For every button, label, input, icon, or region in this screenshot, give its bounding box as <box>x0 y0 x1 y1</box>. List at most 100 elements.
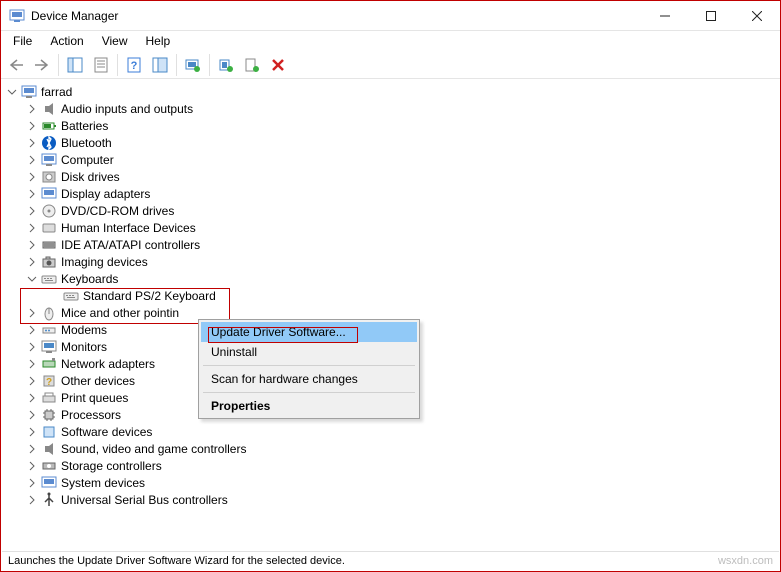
expand-icon[interactable] <box>25 221 39 235</box>
expand-icon[interactable] <box>25 153 39 167</box>
menu-view[interactable]: View <box>94 33 136 49</box>
tree-item-label: Sound, video and game controllers <box>61 441 246 457</box>
device-icon <box>41 322 57 338</box>
tree-item-label: Modems <box>61 322 107 338</box>
tree-item-system-devices[interactable]: System devices <box>3 474 778 491</box>
device-tree[interactable]: farrad Audio inputs and outputsBatteries… <box>1 79 780 510</box>
expand-icon[interactable] <box>25 323 39 337</box>
context-menu: Update Driver Software... Uninstall Scan… <box>198 319 420 419</box>
menu-action[interactable]: Action <box>42 33 91 49</box>
menu-file[interactable]: File <box>5 33 40 49</box>
forward-button[interactable] <box>30 53 54 77</box>
device-icon <box>41 356 57 372</box>
expand-icon[interactable] <box>5 85 19 99</box>
tree-item-sound-video-and-game-controllers[interactable]: Sound, video and game controllers <box>3 440 778 457</box>
tree-item-imaging-devices[interactable]: Imaging devices <box>3 253 778 270</box>
scan-hardware-button[interactable] <box>240 53 264 77</box>
update-driver-button[interactable] <box>181 53 205 77</box>
device-icon <box>41 424 57 440</box>
svg-text:?: ? <box>46 377 52 388</box>
ctx-separator <box>203 392 415 393</box>
ctx-scan-hardware[interactable]: Scan for hardware changes <box>201 369 417 389</box>
tree-item-label: Monitors <box>61 339 107 355</box>
tree-item-bluetooth[interactable]: Bluetooth <box>3 134 778 151</box>
tree-item-label: Network adapters <box>61 356 155 372</box>
expand-icon[interactable] <box>25 204 39 218</box>
expand-icon[interactable] <box>25 187 39 201</box>
tree-item-dvd-cd-rom-drives[interactable]: DVD/CD-ROM drives <box>3 202 778 219</box>
tree-item-disk-drives[interactable]: Disk drives <box>3 168 778 185</box>
expand-icon[interactable] <box>25 391 39 405</box>
app-icon <box>9 8 25 24</box>
expand-icon[interactable] <box>25 357 39 371</box>
expand-icon[interactable] <box>25 476 39 490</box>
device-icon <box>41 237 57 253</box>
minimize-button[interactable] <box>642 1 688 31</box>
tree-item-label: Human Interface Devices <box>61 220 196 236</box>
device-icon <box>41 305 57 321</box>
device-icon <box>41 101 57 117</box>
device-icon <box>41 169 57 185</box>
tree-item-label: Display adapters <box>61 186 150 202</box>
tree-item-ide-ata-atapi-controllers[interactable]: IDE ATA/ATAPI controllers <box>3 236 778 253</box>
expand-icon[interactable] <box>25 442 39 456</box>
expand-icon[interactable] <box>25 170 39 184</box>
expand-icon[interactable] <box>25 102 39 116</box>
device-icon <box>41 135 57 151</box>
expand-icon[interactable] <box>25 425 39 439</box>
titlebar: Device Manager <box>1 1 780 31</box>
device-icon <box>41 407 57 423</box>
window-title: Device Manager <box>31 9 642 23</box>
help-button[interactable]: ? <box>122 53 146 77</box>
device-icon <box>41 458 57 474</box>
device-icon <box>41 441 57 457</box>
device-icon <box>41 186 57 202</box>
tree-item-audio-inputs-and-outputs[interactable]: Audio inputs and outputs <box>3 100 778 117</box>
tree-item-human-interface-devices[interactable]: Human Interface Devices <box>3 219 778 236</box>
expand-icon[interactable] <box>25 238 39 252</box>
back-button[interactable] <box>4 53 28 77</box>
tree-item-universal-serial-bus-controllers[interactable]: Universal Serial Bus controllers <box>3 491 778 508</box>
tree-item-software-devices[interactable]: Software devices <box>3 423 778 440</box>
tree-item-label: Processors <box>61 407 121 423</box>
tree-item-label: Keyboards <box>61 271 118 287</box>
ctx-update-driver[interactable]: Update Driver Software... <box>201 322 417 342</box>
device-icon <box>41 492 57 508</box>
show-hide-tree-button[interactable] <box>63 53 87 77</box>
expand-icon[interactable] <box>25 136 39 150</box>
expand-icon[interactable] <box>25 306 39 320</box>
tree-item-label: Disk drives <box>61 169 120 185</box>
tree-item-storage-controllers[interactable]: Storage controllers <box>3 457 778 474</box>
close-button[interactable] <box>734 1 780 31</box>
svg-text:?: ? <box>131 60 138 72</box>
expand-icon[interactable] <box>25 459 39 473</box>
tree-item-label: Audio inputs and outputs <box>61 101 193 117</box>
tree-item-keyboards[interactable]: Keyboards <box>3 270 778 287</box>
expand-icon[interactable] <box>25 119 39 133</box>
expand-icon[interactable] <box>25 493 39 507</box>
tree-item-standard-ps2-keyboard[interactable]: Standard PS/2 Keyboard <box>3 287 778 304</box>
tree-item-label: IDE ATA/ATAPI controllers <box>61 237 200 253</box>
menu-help[interactable]: Help <box>138 33 179 49</box>
tree-item-label: Standard PS/2 Keyboard <box>83 288 216 304</box>
ctx-uninstall[interactable]: Uninstall <box>201 342 417 362</box>
toolbar: ? <box>1 51 780 79</box>
properties-button[interactable] <box>89 53 113 77</box>
tree-item-computer[interactable]: Computer <box>3 151 778 168</box>
expand-icon[interactable] <box>25 340 39 354</box>
device-icon <box>41 203 57 219</box>
delete-button[interactable] <box>266 53 290 77</box>
tree-item-display-adapters[interactable]: Display adapters <box>3 185 778 202</box>
ctx-properties[interactable]: Properties <box>201 396 417 416</box>
tree-item-batteries[interactable]: Batteries <box>3 117 778 134</box>
uninstall-button[interactable] <box>214 53 238 77</box>
action-center-button[interactable] <box>148 53 172 77</box>
expand-icon[interactable] <box>25 272 39 286</box>
expand-icon[interactable] <box>25 408 39 422</box>
menubar: File Action View Help <box>1 31 780 51</box>
maximize-button[interactable] <box>688 1 734 31</box>
expand-icon[interactable] <box>25 374 39 388</box>
tree-root[interactable]: farrad <box>3 83 778 100</box>
expand-icon[interactable] <box>25 255 39 269</box>
tree-item-label: Storage controllers <box>61 458 162 474</box>
